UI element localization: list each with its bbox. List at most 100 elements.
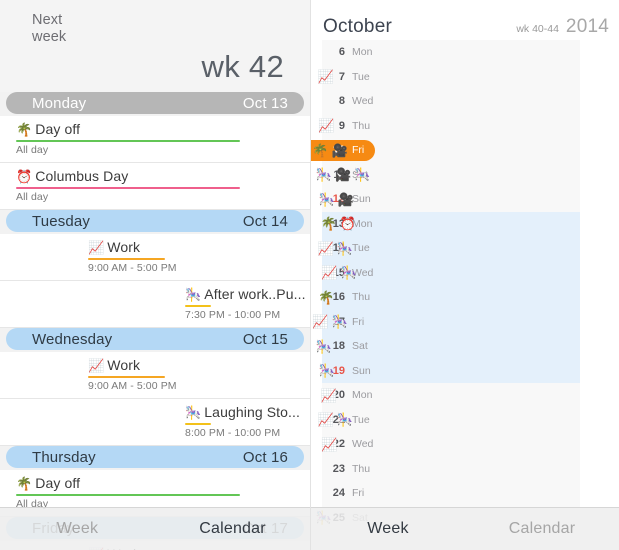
day-of-week: Tue [352, 413, 370, 426]
carousel-icon: 🎠 [318, 191, 335, 207]
month-name: October [323, 16, 392, 37]
day-date: Oct 14 [242, 212, 288, 230]
tab-week-right[interactable]: Week [311, 520, 465, 538]
calendar-app: Next week wk 42 Monday Oct 13 🌴 Day off All … [0, 0, 619, 550]
event-color-bar [16, 494, 240, 496]
event-title: Work [107, 357, 141, 373]
month-day-row[interactable]: 11 Sat 🎠 🎥 🎠 [311, 163, 619, 188]
day-event-icons: 📈 [321, 438, 337, 451]
month-day-row[interactable]: 12 Sun 🎠 🎥 [311, 187, 619, 212]
event-time: All day [16, 144, 49, 156]
day-name: Thursday [32, 448, 96, 466]
day-header-thursday[interactable]: Thursday Oct 16 [6, 446, 304, 468]
day-block: Tuesday Oct 14 📈 Work 9:00 AM - 5:00 PM 🎠 Afte… [0, 210, 310, 328]
day-header-tuesday[interactable]: Tuesday Oct 14 [6, 210, 304, 232]
event-title-line: 📈Work [88, 357, 177, 374]
alarm-clock-icon: ⏰ [16, 169, 33, 184]
day-of-week: Sun [352, 364, 371, 377]
tab-calendar-right[interactable]: Calendar [465, 520, 619, 538]
month-day-row[interactable]: 6Monwk. 41 [311, 40, 619, 65]
event-row[interactable]: 📈Work 9:00 AM - 5:00 PM [0, 234, 310, 281]
event-time: 7:30 PM - 10:00 PM [185, 309, 281, 321]
day-event-icons: 📈 🎠 [318, 242, 353, 255]
chart-increasing-icon: 📈 [321, 436, 338, 452]
carousel-icon: 🎠 [354, 167, 371, 183]
event-row[interactable]: ⏰ Columbus Day All day [0, 163, 310, 210]
month-day-row[interactable]: 8 Wed [311, 89, 619, 114]
event[interactable]: 📈Work 9:00 AM - 5:00 PM [88, 239, 177, 274]
event-title: After work..Pu... [204, 286, 306, 302]
day-number: 6 [338, 46, 345, 59]
month-day-row[interactable]: 21 Tue 📈 🎠 [311, 408, 619, 433]
tab-week-left[interactable]: Week [0, 520, 155, 538]
day-event-icons: 🌴 🎥 [312, 144, 347, 157]
carousel-icon: 🎠 [315, 167, 332, 183]
event[interactable]: 📈Work 9:00 AM - 5:00 PM [88, 357, 177, 392]
day-of-week: Sat [352, 340, 368, 353]
month-day-row[interactable]: 23 Thu [311, 457, 619, 482]
day-number: 8 [338, 95, 345, 108]
month-day-row[interactable]: 10 Fri 🌴 🎥 [311, 138, 619, 163]
event-row[interactable]: 🎠 Laughing Sto... 8:00 PM - 10:00 PM [0, 399, 310, 446]
month-day-row[interactable]: 7 Tue 📈 [311, 65, 619, 90]
left-tab-bar: Week Calendar [0, 507, 310, 550]
month-day-row[interactable]: 22 Wed 📈 [311, 432, 619, 457]
event-title-line: 📈Work [88, 239, 177, 256]
day-date: Oct 13 [242, 94, 288, 112]
month-day-row[interactable]: 17 Fri 📈 🎠 [311, 310, 619, 335]
carousel-icon: 🎠 [315, 338, 332, 354]
event[interactable]: 🎠 After work..Pu... 7:30 PM - 10:00 PM [185, 286, 306, 321]
palm-tree-icon: 🌴 [16, 476, 33, 491]
event[interactable]: 🎠 Laughing Sto... 8:00 PM - 10:00 PM [185, 404, 300, 439]
event-title-line: ⏰ Columbus Day [16, 168, 240, 185]
event[interactable]: 🌴 Day off All day [16, 475, 240, 510]
day-event-icons: 📈 🎠 [318, 413, 353, 426]
day-header-monday[interactable]: Monday Oct 13 [6, 92, 304, 114]
month-week-range: wk 40-44 [516, 23, 559, 35]
event-title-line: 🌴 Day off [16, 475, 240, 492]
month-header-right: wk 40-44 2014 [516, 16, 609, 38]
day-of-week: Thu [352, 291, 371, 304]
event-title-line: 🌴 Day off [16, 121, 240, 138]
day-event-icons: 📈 [320, 389, 336, 402]
month-day-row[interactable]: 16 Thu 🌴 [311, 285, 619, 310]
chart-increasing-icon: 📈 [320, 387, 337, 403]
day-number: 23 [332, 462, 345, 475]
carousel-icon: 🎠 [185, 405, 202, 420]
event[interactable]: 🌴 Day off All day [16, 121, 240, 156]
day-of-week: Thu [352, 119, 371, 132]
day-of-week: Fri [352, 144, 365, 157]
day-of-week: Wed [352, 95, 374, 108]
month-day-row[interactable]: 14 Tue 📈 🎠 [311, 236, 619, 261]
event-row[interactable]: 🎠 After work..Pu... 7:30 PM - 10:00 PM [0, 281, 310, 328]
alarm-clock-icon: ⏰ [339, 216, 356, 232]
carousel-icon: 🎠 [331, 314, 348, 330]
palm-tree-icon: 🌴 [312, 142, 329, 158]
event-row[interactable]: 📈Work 9:00 AM - 5:00 PM [0, 352, 310, 399]
day-name: Tuesday [32, 212, 91, 230]
chart-increasing-icon: 📈 [312, 314, 329, 330]
tab-calendar-left[interactable]: Calendar [155, 520, 310, 538]
movie-camera-icon: 🎥 [331, 142, 348, 158]
event[interactable]: ⏰ Columbus Day All day [16, 168, 240, 203]
event-title-line: 🎠 Laughing Sto... [185, 404, 300, 421]
event-row[interactable]: 🌴 Day off All day [0, 116, 310, 163]
month-day-row[interactable]: 13Mon🌴⏰wk. 42 [311, 212, 619, 237]
month-day-row[interactable]: 18 Sat 🎠 [311, 334, 619, 359]
month-day-row[interactable]: 24 Fri [311, 481, 619, 506]
carousel-icon: 🎠 [340, 265, 357, 281]
week-number-title: wk 42 [201, 49, 284, 84]
next-week-label: Next week [32, 12, 296, 46]
chart-increasing-icon: 📈 [318, 118, 335, 134]
week-list-panel: Next week wk 42 Monday Oct 13 🌴 Day off All … [0, 0, 310, 550]
day-header-wednesday[interactable]: Wednesday Oct 15 [6, 328, 304, 350]
month-day-row[interactable]: 9 Thu 📈 [311, 114, 619, 139]
day-number: 24 [332, 487, 345, 500]
day-of-week: Fri [352, 315, 365, 328]
month-day-row[interactable]: 20Mon📈wk. 43 [311, 383, 619, 408]
day-date: Oct 16 [242, 448, 288, 466]
month-day-row[interactable]: 15 Wed 📈 🎠 [311, 261, 619, 286]
month-day-row[interactable]: 19 Sun 🎠 [311, 359, 619, 384]
event-title: Laughing Sto... [204, 404, 300, 420]
movie-camera-icon: 🎥 [337, 191, 355, 207]
